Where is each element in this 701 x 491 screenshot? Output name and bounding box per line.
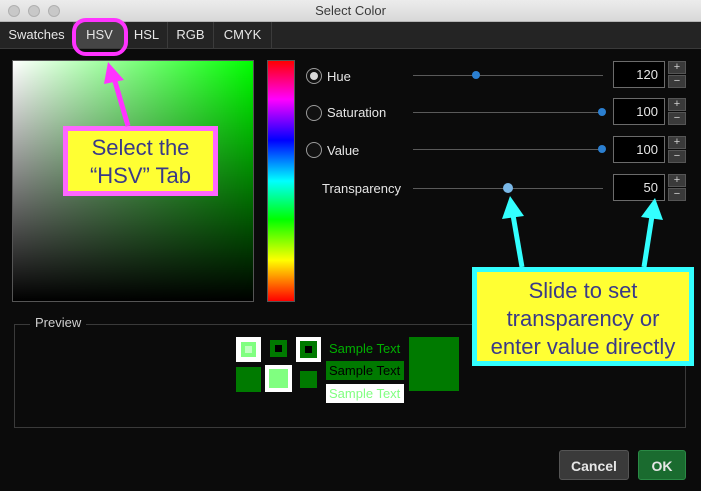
sample-text-on-white: Sample Text — [326, 384, 404, 403]
value-stepper: + − — [668, 136, 686, 163]
hue-radio[interactable] — [306, 68, 322, 84]
tab-callout-line2: “HSV” Tab — [89, 163, 192, 188]
hue-strip[interactable] — [267, 60, 295, 302]
window-title: Select Color — [315, 3, 386, 18]
transparency-increment-button[interactable]: + — [668, 174, 686, 187]
tab-callout: Select the “HSV” Tab — [63, 126, 218, 196]
preview-swatch-tiny — [300, 371, 317, 388]
saturation-slider-thumb[interactable] — [598, 108, 606, 116]
saturation-label: Saturation — [327, 105, 387, 120]
sample-text-on-black: Sample Text — [329, 341, 401, 356]
slider-callout-line2: transparency or — [506, 306, 660, 331]
ok-button[interactable]: OK — [638, 450, 686, 480]
tab-swatches[interactable]: Swatches — [0, 22, 74, 48]
value-decrement-button[interactable]: − — [668, 150, 686, 163]
preview-large-swatch — [409, 337, 459, 391]
saturation-increment-button[interactable]: + — [668, 98, 686, 111]
preview-swatch-light-square — [265, 365, 292, 392]
hue-decrement-button[interactable]: − — [668, 75, 686, 88]
preview-label: Preview — [30, 315, 87, 330]
transparency-stepper: + − — [668, 174, 686, 201]
hue-label: Hue — [327, 69, 351, 84]
hue-stepper: + − — [668, 61, 686, 88]
value-increment-button[interactable]: + — [668, 136, 686, 149]
slider-callout-line3: enter value directly — [490, 334, 676, 359]
saturation-decrement-button[interactable]: − — [668, 112, 686, 125]
saturation-slider-track[interactable] — [413, 112, 603, 113]
hue-slider-track[interactable] — [413, 75, 603, 76]
cancel-button[interactable]: Cancel — [559, 450, 629, 480]
tab-hsl[interactable]: HSL — [126, 22, 168, 48]
transparency-label: Transparency — [322, 181, 401, 196]
tab-rgb[interactable]: RGB — [168, 22, 214, 48]
value-label: Value — [327, 143, 360, 158]
hue-slider-thumb[interactable] — [472, 71, 480, 79]
saturation-radio[interactable] — [306, 105, 322, 121]
transparency-decrement-button[interactable]: − — [668, 188, 686, 201]
slider-callout-line1: Slide to set — [528, 278, 638, 303]
preview-swatch-solid-dark — [236, 367, 261, 392]
saturation-value-field[interactable]: 100 — [613, 98, 665, 125]
color-dialog: Swatches HSV HSL RGB CMYK Hue 120 + − Sa… — [0, 22, 701, 491]
preview-swatch-white-frame — [236, 337, 261, 362]
value-slider-track[interactable] — [413, 149, 603, 150]
preview-swatch-light-frame — [296, 337, 321, 362]
hue-increment-button[interactable]: + — [668, 61, 686, 74]
transparency-value-field[interactable]: 50 — [613, 174, 665, 201]
value-radio[interactable] — [306, 142, 322, 158]
saturation-stepper: + − — [668, 98, 686, 125]
transparency-slider-thumb[interactable] — [503, 183, 513, 193]
hue-value-field[interactable]: 120 — [613, 61, 665, 88]
tab-cmyk[interactable]: CMYK — [214, 22, 272, 48]
hsv-tab-highlight-ring — [72, 18, 128, 56]
preview-swatch-small-dark — [270, 340, 287, 357]
slider-callout: Slide to set transparency or enter value… — [472, 267, 694, 366]
value-value-field[interactable]: 100 — [613, 136, 665, 163]
sample-text-on-green: Sample Text — [326, 361, 404, 380]
tab-callout-line1: Select the — [91, 135, 190, 160]
value-slider-thumb[interactable] — [598, 145, 606, 153]
